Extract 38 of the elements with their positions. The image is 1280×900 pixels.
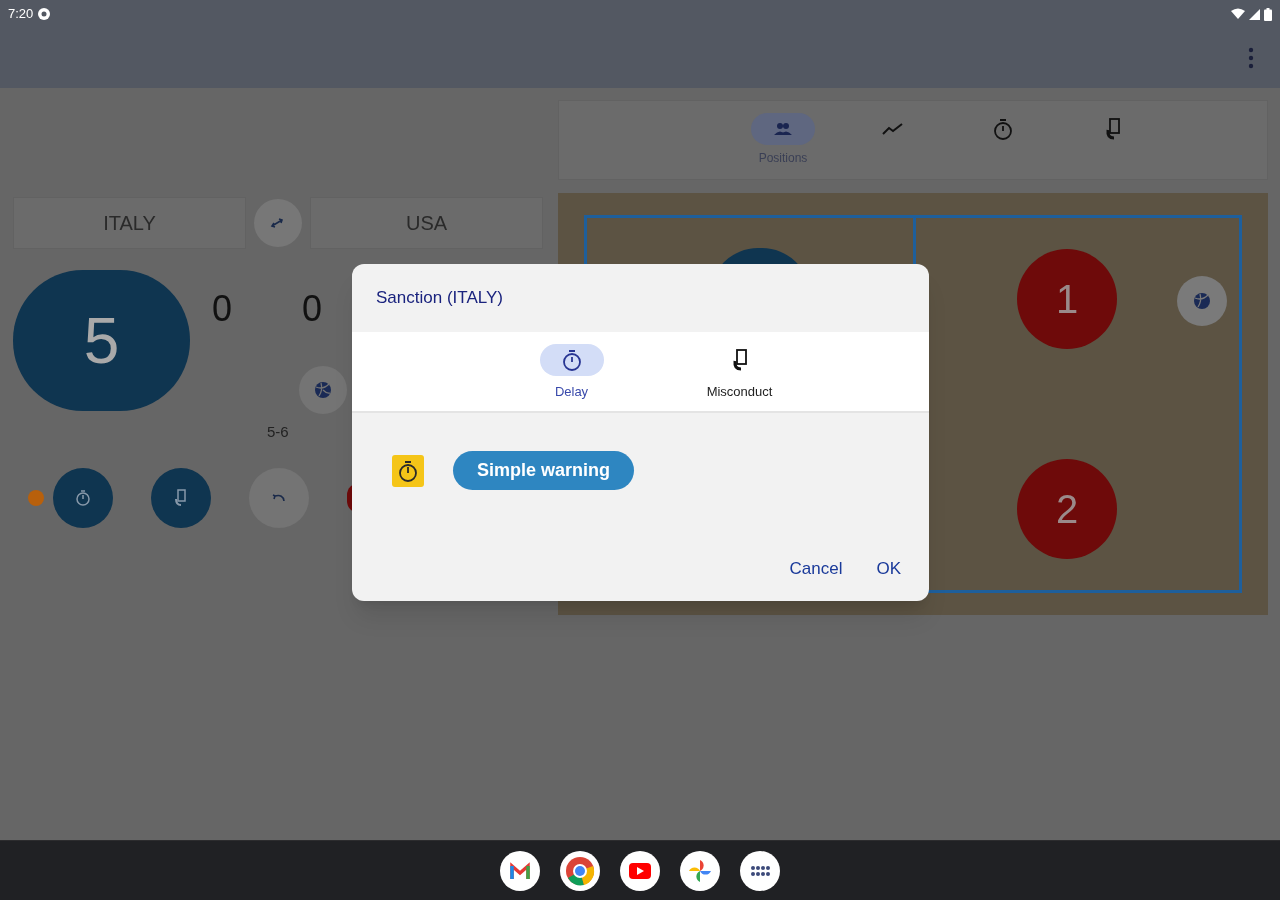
- dialog-tab[interactable]: Misconduct: [694, 344, 785, 402]
- player-marker[interactable]: 1: [1017, 249, 1117, 349]
- app-grid-icon[interactable]: [740, 850, 780, 891]
- dialog-button[interactable]: Cancel: [779, 547, 853, 589]
- volleyball-icon[interactable]: [1177, 276, 1227, 326]
- browser-icon[interactable]: [560, 850, 600, 891]
- status-time: 7:20: [8, 5, 34, 24]
- dialog-button[interactable]: OK: [866, 547, 911, 589]
- battery-icon: [1264, 7, 1272, 21]
- mail-icon[interactable]: [500, 850, 540, 891]
- player-marker[interactable]: 2: [1017, 459, 1117, 559]
- card-icon: [1105, 118, 1121, 140]
- team-name[interactable]: USA: [310, 197, 543, 249]
- simple-warning-chip[interactable]: Simple warning: [453, 451, 635, 490]
- undo-icon: [271, 491, 287, 504]
- rally-score: 5-6: [267, 422, 289, 442]
- set-score: 0: [302, 287, 323, 331]
- more-menu-icon[interactable]: [1248, 47, 1254, 69]
- people-icon: [773, 122, 793, 136]
- wifi-icon: [1231, 8, 1245, 20]
- stopwatch-icon: [561, 349, 582, 371]
- stopwatch-icon: [993, 118, 1013, 140]
- swap-icon: [270, 217, 286, 229]
- status-notification-icon: [37, 7, 52, 21]
- set-score: 0: [212, 287, 233, 331]
- dialog-tab[interactable]: Delay: [526, 344, 617, 402]
- stopwatch-icon: [392, 454, 424, 487]
- card-icon: [731, 349, 748, 371]
- play-icon[interactable]: [620, 850, 660, 891]
- dialog-title: Sanction (ITALY): [376, 287, 503, 310]
- stopwatch-icon: [75, 488, 91, 507]
- line-chart-icon: [882, 122, 904, 136]
- signal-icon: [1249, 8, 1260, 20]
- team-name[interactable]: ITALY: [13, 197, 246, 249]
- pinwheel-icon[interactable]: [680, 850, 720, 891]
- volleyball-icon[interactable]: [299, 366, 347, 414]
- score-button[interactable]: 5: [13, 270, 190, 411]
- card-icon: [174, 488, 188, 507]
